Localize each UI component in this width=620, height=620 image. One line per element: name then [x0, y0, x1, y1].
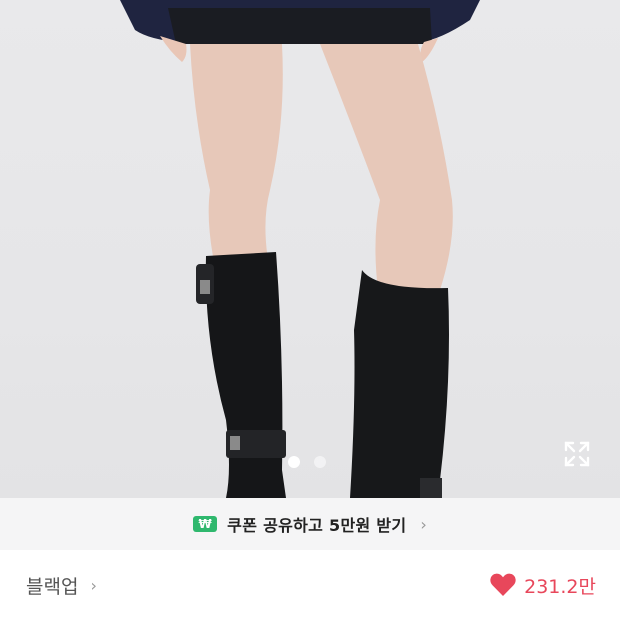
- carousel-pagination: [288, 456, 326, 468]
- expand-icon: [564, 441, 590, 467]
- product-photo: [120, 0, 480, 498]
- heart-icon: [490, 573, 516, 596]
- coupon-banner[interactable]: ₩ 쿠폰 공유하고 5만원 받기 ›: [0, 498, 620, 550]
- chevron-right-icon: ›: [420, 514, 427, 534]
- carousel-dot-active[interactable]: [288, 456, 300, 468]
- likes-count: 231.2만: [524, 575, 596, 598]
- product-image[interactable]: [0, 0, 620, 498]
- chevron-right-icon: ›: [90, 575, 97, 595]
- brand-name: 블랙업: [26, 575, 79, 598]
- like-button[interactable]: 231.2만: [490, 572, 596, 599]
- expand-button[interactable]: [560, 437, 594, 471]
- won-icon: ₩: [193, 516, 218, 532]
- brand-link[interactable]: 블랙업 ›: [26, 572, 97, 599]
- coupon-text: 쿠폰 공유하고 5만원 받기: [227, 516, 407, 535]
- carousel-dot[interactable]: [314, 456, 326, 468]
- brand-row: 블랙업 › 231.2만: [0, 550, 620, 620]
